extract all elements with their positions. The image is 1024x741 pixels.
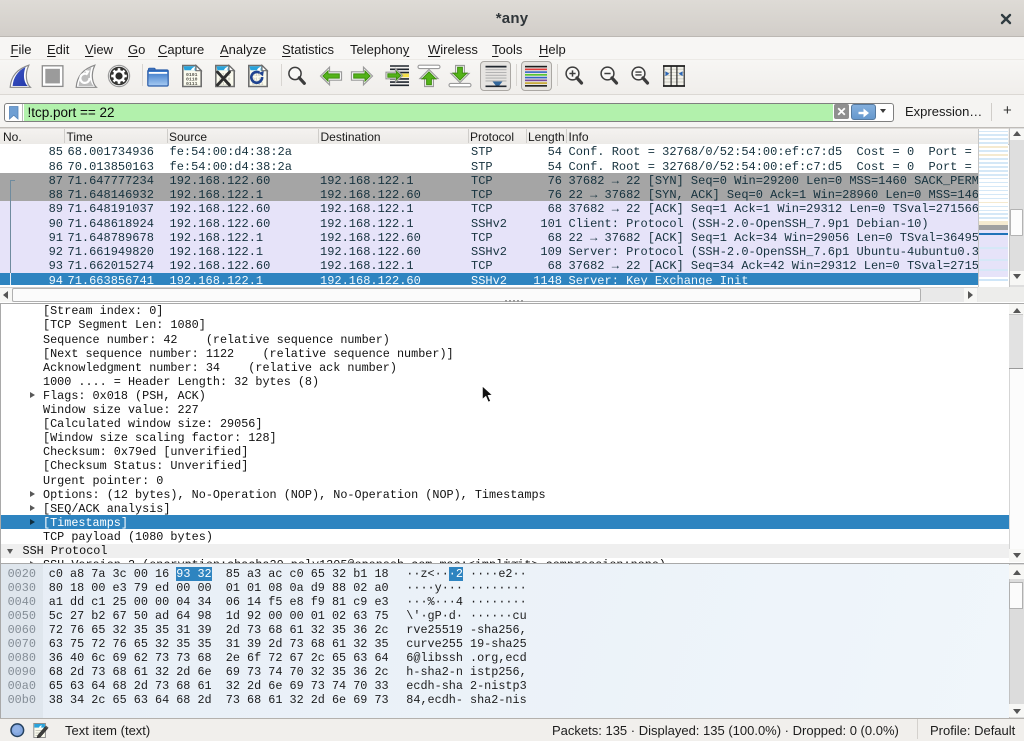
svg-text:0111: 0111 <box>186 81 198 87</box>
